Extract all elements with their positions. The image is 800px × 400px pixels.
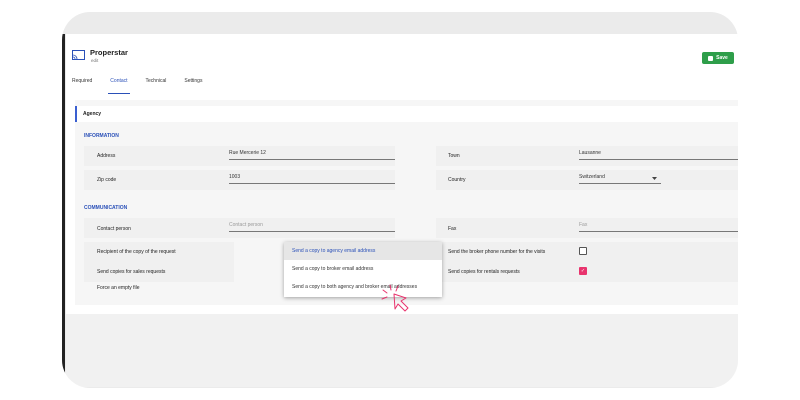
country-underline xyxy=(579,183,661,184)
country-select[interactable]: Switzerland xyxy=(579,174,605,180)
tab-contact[interactable]: Contact xyxy=(104,76,133,94)
phone-checkbox[interactable] xyxy=(579,247,587,255)
contact-underline xyxy=(229,231,395,232)
address-label: Address xyxy=(97,153,116,159)
tab-technical[interactable]: Technical xyxy=(140,76,173,90)
tab-required[interactable]: Required xyxy=(66,76,98,90)
country-label: Country xyxy=(448,177,466,183)
click-cursor-icon xyxy=(381,284,409,312)
agency-section-header[interactable]: Agency xyxy=(75,106,738,122)
agency-label: Agency xyxy=(83,111,102,117)
rentals-label: Send copies for rentals requests xyxy=(448,269,520,275)
communication-title: COMMUNICATION xyxy=(84,205,128,211)
town-label: Town xyxy=(448,153,460,159)
background-area xyxy=(66,314,738,387)
app-screen: Properstar edit Save Required Contact Te… xyxy=(66,34,738,387)
save-icon xyxy=(708,55,714,61)
town-field[interactable]: Lausanne xyxy=(579,150,601,156)
country-row xyxy=(436,170,738,190)
fax-underline xyxy=(579,231,738,232)
app-title: Properstar xyxy=(90,48,128,57)
fax-row xyxy=(436,218,738,238)
address-field[interactable]: Rue Mercerie 12 xyxy=(229,150,266,156)
fax-field[interactable]: Fax xyxy=(579,222,587,228)
phone-label: Send the broker phone number for the vis… xyxy=(448,249,546,255)
tab-settings[interactable]: Settings xyxy=(178,76,208,90)
zip-label: Zip code xyxy=(97,177,117,183)
zip-underline xyxy=(229,183,395,184)
contact-label: Contact person xyxy=(97,226,131,232)
address-row xyxy=(84,146,395,166)
save-button[interactable]: Save xyxy=(702,52,734,64)
cast-icon xyxy=(72,50,85,60)
device-frame: Properstar edit Save Required Contact Te… xyxy=(62,12,738,388)
app-header: Properstar edit Save Required Contact Te… xyxy=(66,34,738,94)
dropdown-option-agency[interactable]: Send a copy to agency email address xyxy=(284,242,442,260)
tab-bar: Required Contact Technical Settings xyxy=(66,76,214,94)
save-label: Save xyxy=(716,55,728,61)
contact-field[interactable]: Contact person xyxy=(229,222,263,228)
zip-row xyxy=(84,170,395,190)
copy-settings-rows xyxy=(84,242,234,282)
sales-label: Send copies for sales requests xyxy=(97,269,166,275)
information-title: INFORMATION xyxy=(84,133,119,139)
zip-field[interactable]: 1003 xyxy=(229,174,240,180)
screen-edge xyxy=(62,34,65,387)
dropdown-option-broker[interactable]: Send a copy to broker email address xyxy=(284,260,442,278)
address-underline xyxy=(229,159,395,160)
town-row xyxy=(436,146,738,166)
chevron-down-icon[interactable] xyxy=(652,177,657,180)
force-label: Force an empty file xyxy=(97,285,140,291)
app-subtitle: edit xyxy=(91,58,99,63)
rentals-checkbox[interactable]: ✓ xyxy=(579,267,587,275)
section-accent-bar xyxy=(75,106,77,122)
town-underline xyxy=(579,159,738,160)
broker-settings-rows xyxy=(436,242,738,282)
fax-label: Fax xyxy=(448,226,457,232)
recipient-label: Recipient of the copy of the request xyxy=(97,249,176,255)
